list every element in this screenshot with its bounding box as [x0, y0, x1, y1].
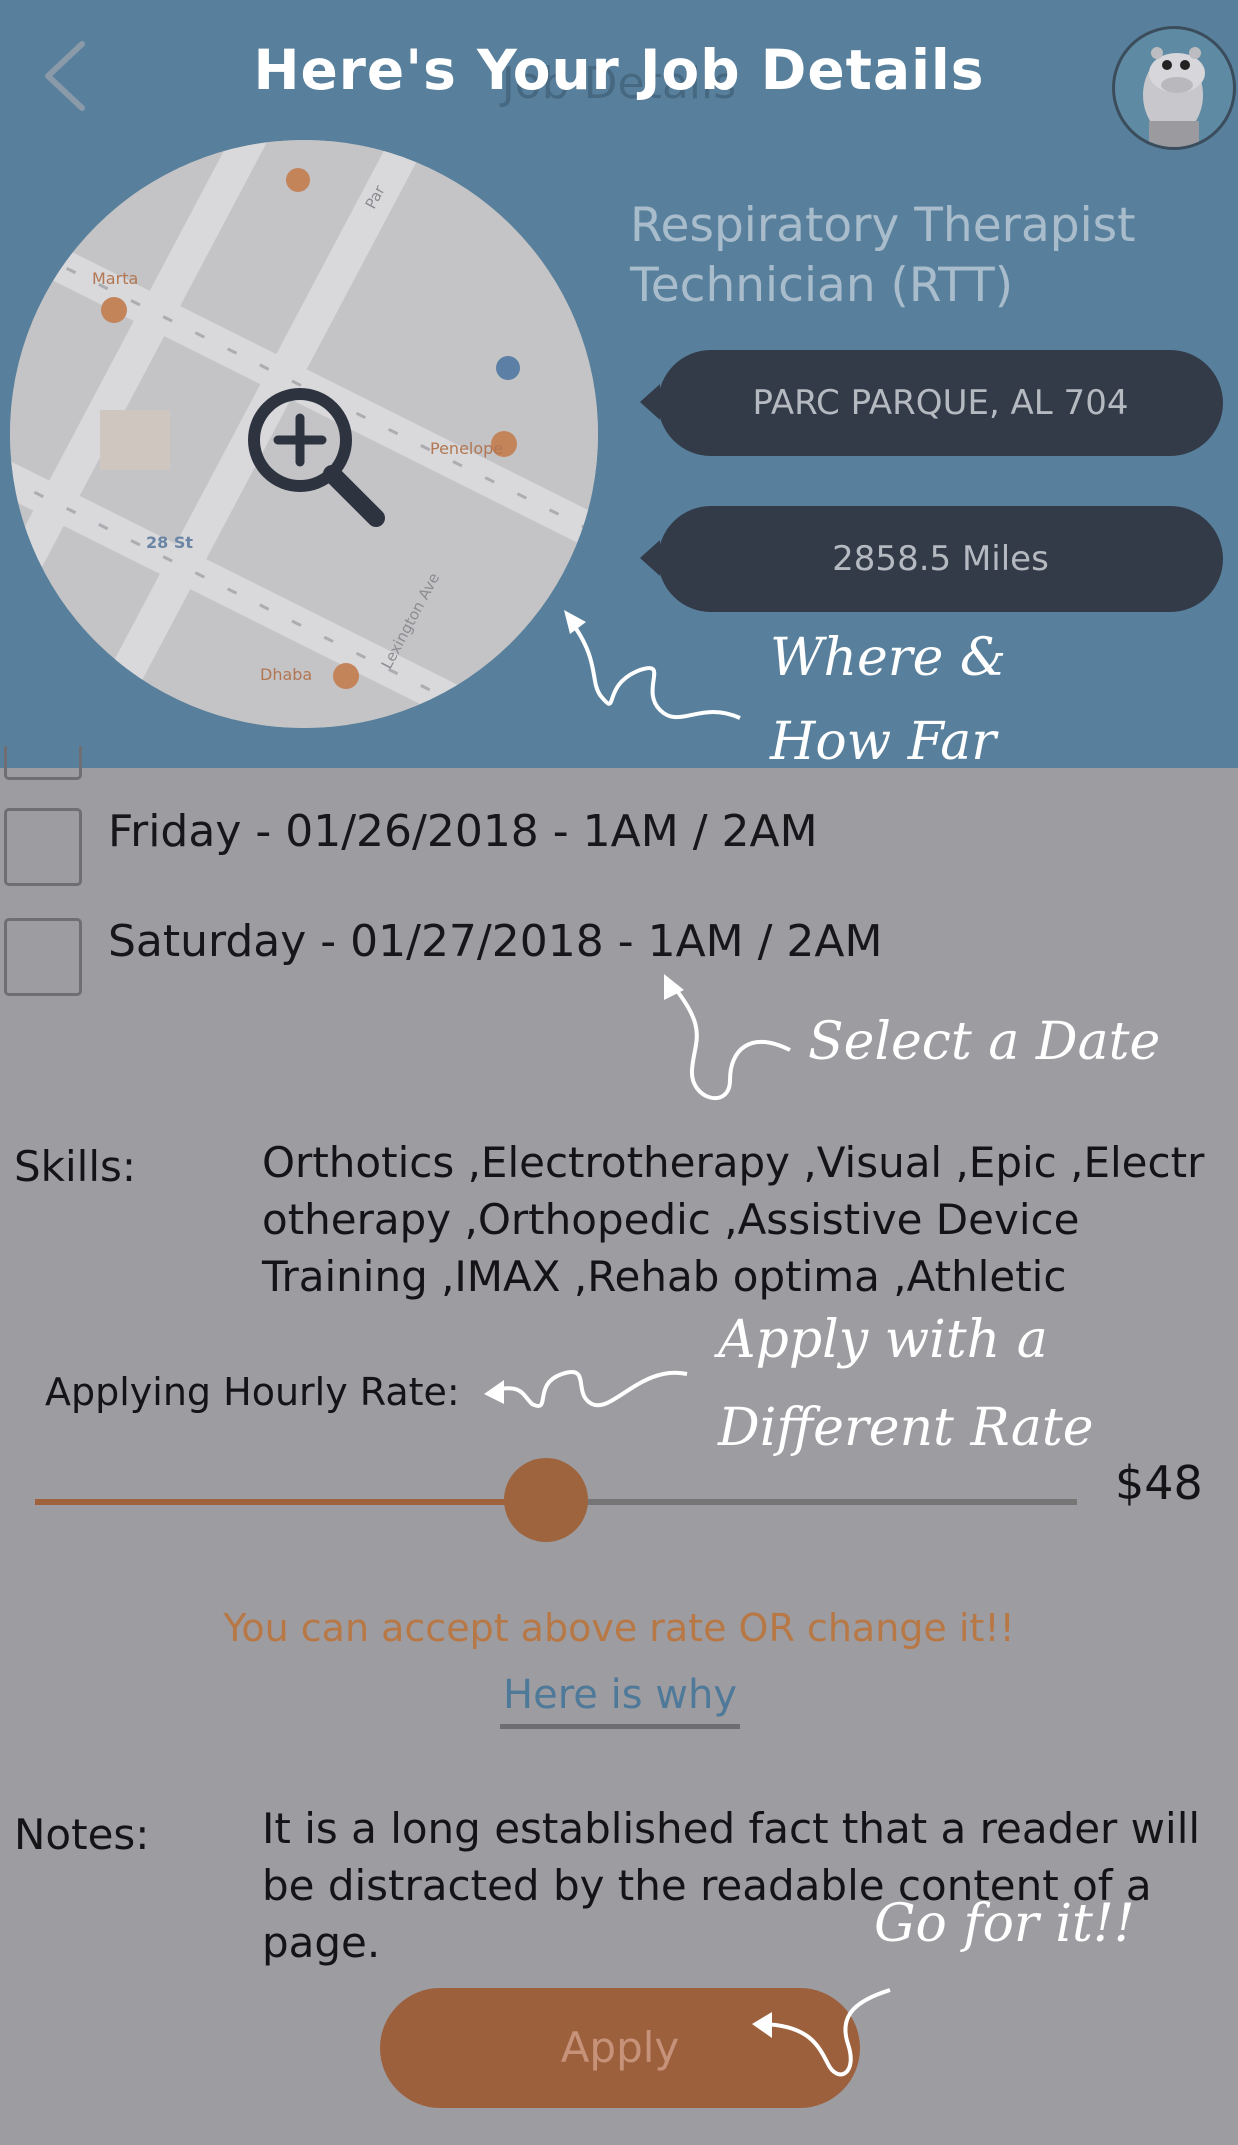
- rate-hint: You can accept above rate OR change it!!: [223, 1606, 1015, 1650]
- distance-pill-pointer: [640, 540, 660, 576]
- skills-line: otherapy ,Orthopedic ,Assistive Device: [262, 1195, 1080, 1244]
- date-label-friday: Friday - 01/26/2018 - 1AM / 2AM: [108, 806, 818, 857]
- map-label-28st: 28 St: [146, 533, 193, 552]
- here-is-why-link[interactable]: Here is why: [500, 1672, 740, 1729]
- rate-slider-track[interactable]: [545, 1499, 1077, 1505]
- annotation-select-date: Select a Date: [808, 1012, 1161, 1072]
- annotation-apply-rate-1: Apply with a: [718, 1310, 1048, 1370]
- curly-arrow-icon: [752, 1988, 891, 2077]
- curly-arrow-icon: [564, 610, 741, 720]
- skills-label: Skills:: [14, 1142, 137, 1191]
- annotation-how-far: How Far: [770, 712, 997, 772]
- job-title: Respiratory Therapist Technician (RTT): [630, 198, 1136, 313]
- map-preview[interactable]: Marta Penelope 28 St Dhaba Lexington Ave…: [10, 140, 598, 728]
- location-pill-pointer: [640, 384, 660, 420]
- hippo-avatar-icon[interactable]: [1112, 26, 1236, 150]
- annotation-where: Where &: [770, 628, 1007, 688]
- hourly-rate-label: Applying Hourly Rate:: [45, 1370, 460, 1414]
- rate-value: $48: [1115, 1456, 1203, 1510]
- distance-badge: 2858.5 Miles: [658, 506, 1223, 612]
- map-label-dhaba: Dhaba: [260, 665, 312, 684]
- date-checkbox-saturday[interactable]: [4, 918, 82, 996]
- notes-label: Notes:: [14, 1810, 150, 1859]
- annotation-go-for-it: Go for it!!: [874, 1894, 1135, 1954]
- rate-slider-track-filled[interactable]: [35, 1499, 546, 1505]
- map-label-penelope: Penelope: [430, 439, 503, 458]
- date-checkbox-friday[interactable]: [4, 808, 82, 886]
- curly-arrow-icon: [664, 974, 791, 1100]
- date-label-saturday: Saturday - 01/27/2018 - 1AM / 2AM: [108, 916, 883, 967]
- location-badge: PARC PARQUE, AL 704: [658, 350, 1223, 456]
- skills-line: Training ,IMAX ,Rehab optima ,Athletic: [262, 1252, 1067, 1301]
- rate-slider-thumb[interactable]: [503, 1458, 588, 1542]
- annotation-apply-rate-2: Different Rate: [718, 1398, 1094, 1458]
- map-label-marta: Marta: [92, 269, 138, 288]
- skills-line: Orthotics ,Electrotherapy ,Visual ,Epic …: [262, 1138, 1205, 1187]
- notes-line: It is a long established fact that a rea…: [262, 1804, 1201, 1853]
- page-title: Here's Your Job Details: [253, 38, 985, 102]
- curly-arrow-icon: [484, 1370, 688, 1408]
- date-checkbox-partial[interactable]: [4, 746, 82, 780]
- skills-list: Orthotics ,Electrotherapy ,Visual ,Epic …: [262, 1134, 1238, 1305]
